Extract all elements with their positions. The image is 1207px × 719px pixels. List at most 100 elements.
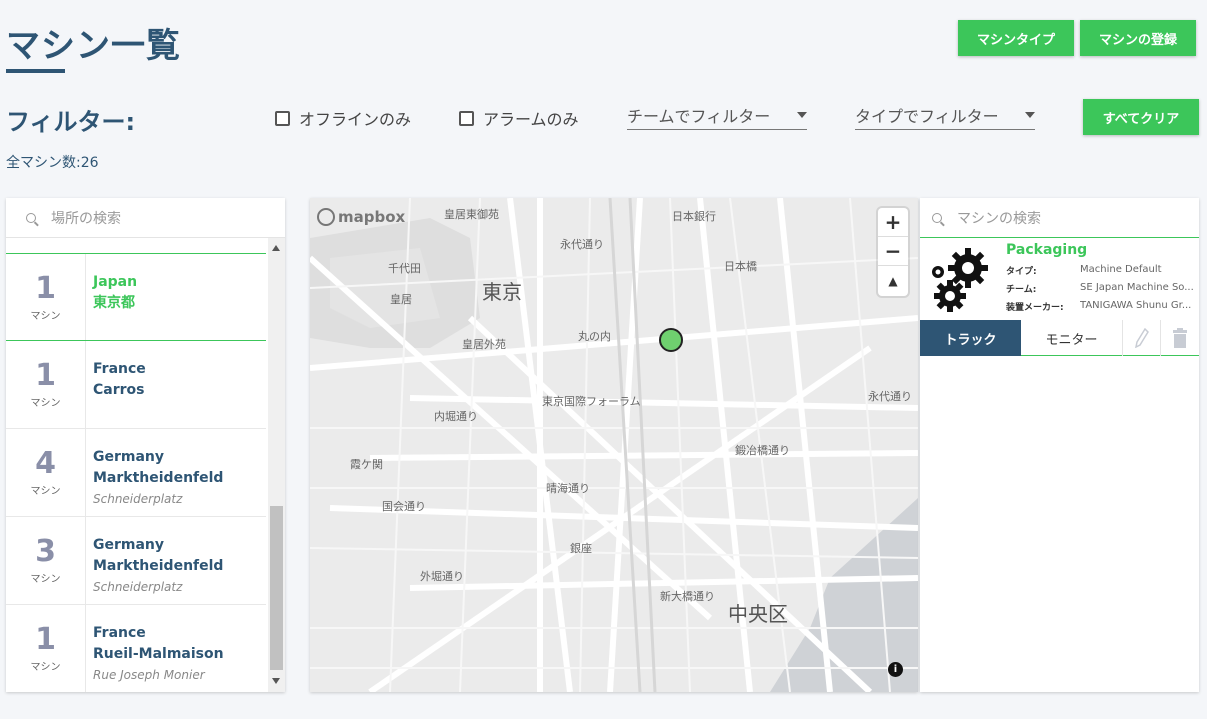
location-count: 1 マシン: [6, 605, 86, 692]
location-item[interactable]: 3 マシン Germany Marktheidenfeld Schneiderp…: [6, 517, 266, 605]
machine-team-row: チーム: SE Japan Machine So...: [1006, 282, 1198, 295]
chevron-down-icon: [1025, 111, 1035, 118]
location-city: Marktheidenfeld: [93, 470, 224, 486]
location-text: Germany Marktheidenfeld Schneiderplatz: [86, 429, 223, 516]
map-label: 皇居東御苑: [444, 208, 499, 221]
compass-button[interactable]: ▲: [878, 266, 908, 295]
machine-search-input[interactable]: マシンの検索: [920, 198, 1199, 238]
location-country: France: [93, 361, 146, 377]
search-icon: [932, 212, 942, 223]
location-panel: 場所の検索 1 マシン Japan 東京都 1 マシン France Carro…: [6, 198, 285, 692]
team-filter-select[interactable]: チームでフィルター: [627, 100, 807, 130]
map-label: 晴海通り: [546, 482, 590, 495]
count-number: 4: [35, 446, 56, 481]
location-street: Schneiderplatz: [93, 580, 183, 594]
location-text: Germany Marktheidenfeld Schneiderplatz: [86, 517, 223, 604]
mapbox-logo-text: mapbox: [338, 208, 406, 226]
map-label: 永代通り: [868, 390, 912, 403]
edit-button[interactable]: [1122, 320, 1160, 356]
checkbox-box[interactable]: [275, 110, 290, 126]
location-item[interactable]: 1 マシン France Rueil-Malmaison Rue Joseph …: [6, 605, 266, 692]
trash-icon: [1172, 328, 1187, 348]
meta-key: 装置メーカー:: [1006, 303, 1064, 313]
map-label: 霞ケ関: [350, 458, 383, 471]
title-underline: [6, 69, 65, 73]
map-label: 鍛冶橋通り: [735, 444, 790, 457]
machine-location-marker[interactable]: [659, 328, 683, 352]
delete-button[interactable]: [1160, 320, 1198, 356]
location-city: Rueil-Malmaison: [93, 646, 224, 662]
total-machines-count: 全マシン数:26: [6, 155, 99, 171]
machine-card[interactable]: Packaging タイプ: Machine Default チーム: SE J…: [920, 238, 1199, 356]
map-label: 皇居: [390, 293, 412, 306]
meta-value: TANIGAWA Shunu Gr...: [1080, 300, 1192, 311]
location-country: Germany: [93, 449, 165, 465]
count-number: 1: [35, 270, 56, 306]
location-search-placeholder: 場所の検索: [51, 210, 121, 227]
count-unit: マシン: [30, 574, 61, 585]
chevron-down-icon: [797, 111, 807, 118]
location-item[interactable]: 4 マシン Germany Marktheidenfeld Schneiderp…: [6, 429, 266, 517]
location-text: France Rueil-Malmaison Rue Joseph Monier: [86, 605, 224, 692]
location-scrollbar[interactable]: [268, 238, 285, 692]
location-text: France Carros: [86, 341, 146, 428]
location-search-input[interactable]: 場所の検索: [6, 198, 285, 238]
map-label: 日本橋: [724, 260, 757, 273]
zoom-in-button[interactable]: +: [878, 208, 908, 237]
meta-value: Machine Default: [1080, 264, 1162, 275]
location-city: Marktheidenfeld: [93, 558, 224, 574]
location-count: 4 マシン: [6, 429, 86, 516]
location-street: Schneiderplatz: [93, 492, 183, 506]
offline-only-checkbox[interactable]: オフラインのみ: [275, 106, 411, 130]
machine-name[interactable]: Packaging: [1006, 242, 1087, 258]
map-label: 国会通り: [382, 500, 426, 513]
map-label: 千代田: [388, 262, 421, 275]
monitor-button[interactable]: モニター: [1021, 320, 1122, 356]
location-text: Japan 東京都: [86, 254, 137, 340]
track-button[interactable]: トラック: [920, 320, 1021, 356]
register-machine-button[interactable]: マシンの登録: [1080, 20, 1196, 56]
map-label: 外堀通り: [420, 570, 464, 583]
team-filter-label: チームでフィルター: [627, 106, 771, 126]
scrollbar-thumb[interactable]: [270, 506, 283, 670]
checkbox-box[interactable]: [459, 110, 474, 126]
map-view[interactable]: mapbox 皇居東御苑 日本銀行 永代通り 日本橋 千代田 東京 皇居 丸の内…: [310, 198, 918, 692]
count-unit: マシン: [30, 310, 61, 322]
machine-type-button[interactable]: マシンタイプ: [958, 20, 1074, 56]
search-icon: [26, 212, 36, 223]
count-unit: マシン: [30, 486, 61, 497]
info-icon[interactable]: i: [888, 662, 903, 677]
scroll-up-icon[interactable]: [272, 245, 280, 251]
location-country: Japan: [93, 274, 138, 290]
location-country: Germany: [93, 537, 165, 553]
location-list: 1 マシン Japan 東京都 1 マシン France Carros 4 マシ…: [6, 238, 266, 692]
location-count: 1 マシン: [6, 254, 86, 340]
clear-all-button[interactable]: すべてクリア: [1083, 99, 1199, 135]
count-unit: マシン: [30, 662, 61, 673]
location-country: France: [93, 625, 146, 641]
map-label: 東京国際フォーラム: [542, 395, 641, 408]
type-filter-select[interactable]: タイプでフィルター: [855, 100, 1035, 130]
map-label: 銀座: [570, 542, 592, 555]
machine-panel: マシンの検索 Packaging タイプ: Machine Default チー…: [920, 198, 1199, 692]
scroll-down-icon[interactable]: [272, 678, 280, 684]
pencil-icon: [1134, 328, 1149, 348]
type-filter-label: タイプでフィルター: [855, 106, 999, 126]
machine-actions: トラック モニター: [920, 320, 1199, 356]
location-street: Rue Joseph Monier: [93, 668, 205, 682]
alarm-only-checkbox[interactable]: アラームのみ: [459, 106, 579, 130]
page-title: マシン一覧: [6, 26, 181, 66]
location-item[interactable]: 1 マシン Japan 東京都: [6, 253, 266, 341]
mapbox-logo-icon: [317, 208, 335, 226]
map-label: 中央区: [728, 602, 788, 626]
machine-maker-row: 装置メーカー: TANIGAWA Shunu Gr...: [1006, 300, 1198, 313]
count-number: 1: [35, 358, 56, 393]
location-city: 東京都: [93, 295, 135, 311]
map-label: 永代通り: [560, 238, 604, 251]
zoom-out-button[interactable]: −: [878, 237, 908, 266]
map-label: 日本銀行: [672, 210, 716, 223]
meta-value: SE Japan Machine So...: [1080, 282, 1194, 293]
location-count: 1 マシン: [6, 341, 86, 428]
location-item[interactable]: 1 マシン France Carros: [6, 341, 266, 429]
machine-search-placeholder: マシンの検索: [957, 210, 1041, 227]
